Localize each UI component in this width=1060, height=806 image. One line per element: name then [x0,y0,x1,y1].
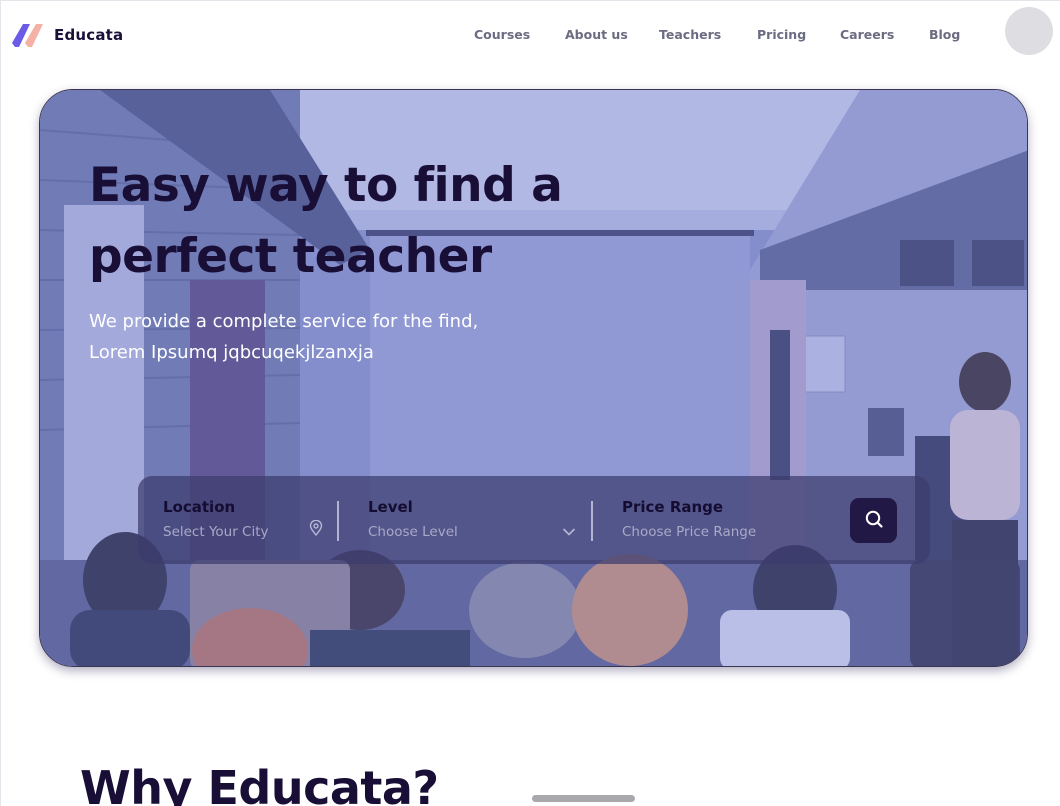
level-field[interactable]: Level Choose Level [368,476,588,564]
map-pin-icon[interactable] [309,519,323,537]
teacher-search-bar: Location Select Your City Level Choose L… [138,476,930,564]
hero-subtitle: We provide a complete service for the fi… [89,311,479,363]
price-range-field[interactable]: Price Range Choose Price Range [622,476,832,564]
nav-link-careers[interactable]: Careers [840,27,894,42]
chevron-down-icon[interactable] [562,522,576,536]
nav-links: Courses About us Teachers Pricing Career… [1,27,1060,45]
nav-link-courses[interactable]: Courses [474,27,530,42]
location-label: Location [163,498,236,516]
user-avatar[interactable] [1005,7,1053,55]
top-navbar: Educata Courses About us Teachers Pricin… [1,1,1060,69]
search-divider [591,501,593,541]
search-divider [337,501,339,541]
price-range-select[interactable]: Choose Price Range [622,524,756,540]
location-input[interactable]: Select Your City [163,524,269,540]
nav-link-pricing[interactable]: Pricing [757,27,806,42]
page: Educata Courses About us Teachers Pricin… [0,0,1060,806]
search-button[interactable] [850,498,897,543]
level-select[interactable]: Choose Level [368,524,458,540]
level-label: Level [368,498,413,516]
section-title: Why Educata? [80,761,439,806]
hero-title: Easy way to find a perfect teacher [89,158,563,284]
nav-link-teachers[interactable]: Teachers [659,27,721,42]
search-icon [864,509,884,533]
location-field[interactable]: Location Select Your City [163,476,353,564]
hero-banner: Easy way to find a perfect teacher We pr… [39,89,1028,667]
nav-link-blog[interactable]: Blog [929,27,960,42]
nav-link-about-us[interactable]: About us [565,27,628,42]
price-range-label: Price Range [622,498,724,516]
home-indicator[interactable] [532,795,635,802]
